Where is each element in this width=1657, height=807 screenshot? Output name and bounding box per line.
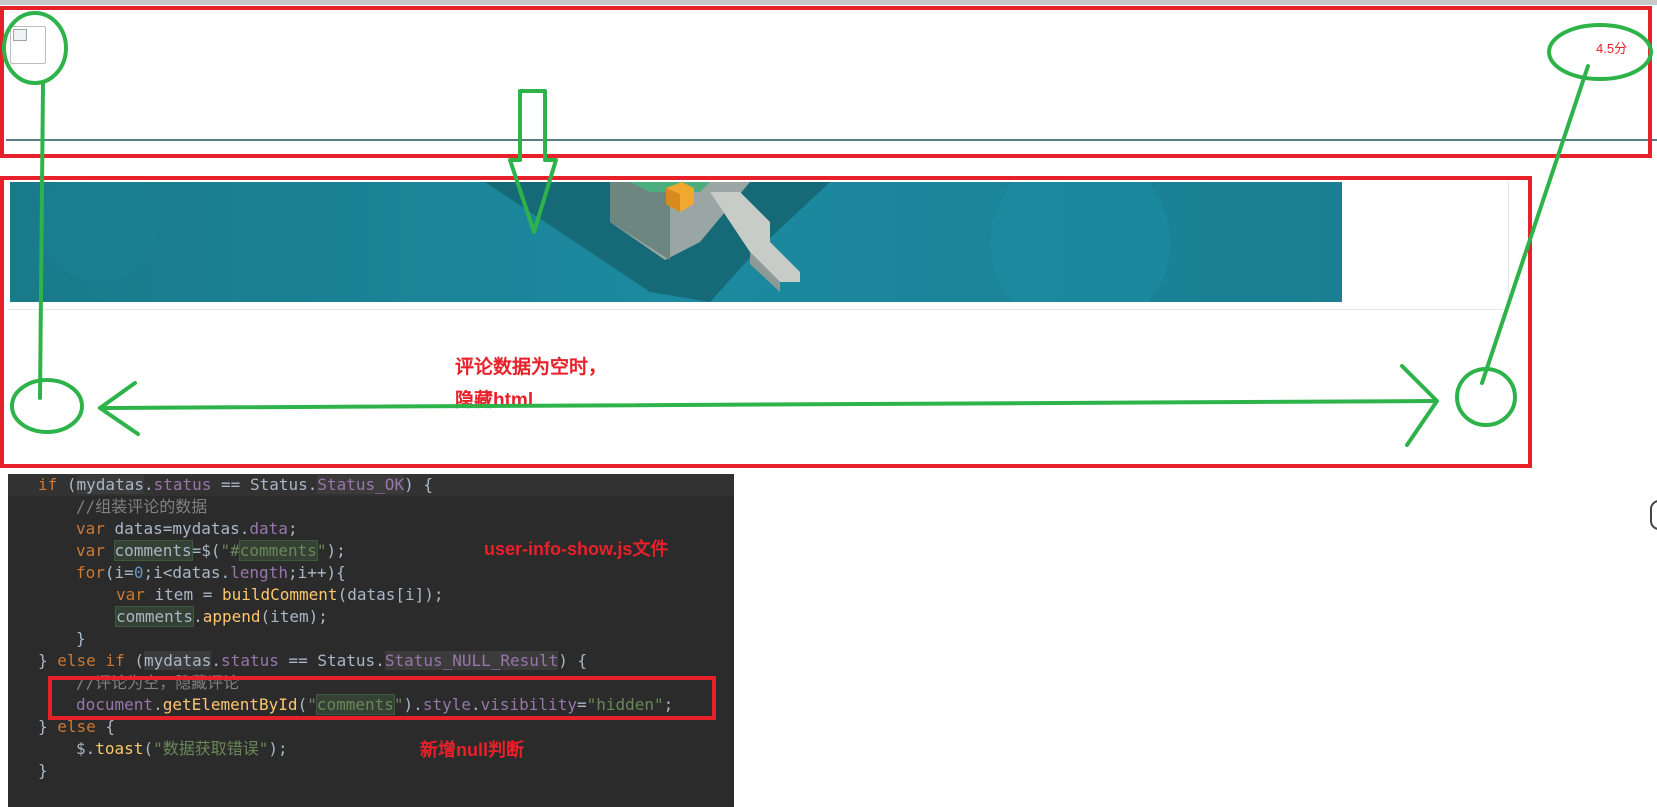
code-line-3: var datas=mydatas.data; (76, 519, 298, 538)
null-check-highlight-box (48, 676, 716, 720)
null-check-note: 新增null判断 (420, 740, 524, 760)
empty-comment-note-line2: 隐藏html (455, 390, 534, 411)
code-line-9: } else if (mydatas.status == Status.Stat… (38, 651, 588, 670)
code-line-2: //组装评论的数据 (76, 497, 208, 516)
browser-top-strip (0, 0, 1657, 5)
edge-toggle-icon[interactable] (1650, 500, 1657, 530)
code-line-4: var comments=$("#comments"); (76, 540, 346, 561)
header-highlight-box (0, 6, 1652, 158)
code-line-5: for(i=0;i<datas.length;i++){ (76, 563, 346, 582)
file-name-note: user-info-show.js文件 (484, 539, 669, 559)
comments-highlight-box (0, 176, 1532, 468)
empty-comment-note-line1: 评论数据为空时， (455, 357, 608, 378)
code-line-13: $.toast("数据获取错误"); (76, 739, 288, 758)
code-line-6: var item = buildComment(datas[i]); (116, 585, 444, 604)
code-editor: if (mydatas.status == Status.Status_OK) … (8, 474, 734, 807)
code-line-7: comments.append(item); (114, 606, 328, 627)
code-line-14: } (38, 761, 48, 780)
code-line-1: if (mydatas.status == Status.Status_OK) … (38, 475, 433, 494)
code-line-8: } (76, 629, 86, 648)
